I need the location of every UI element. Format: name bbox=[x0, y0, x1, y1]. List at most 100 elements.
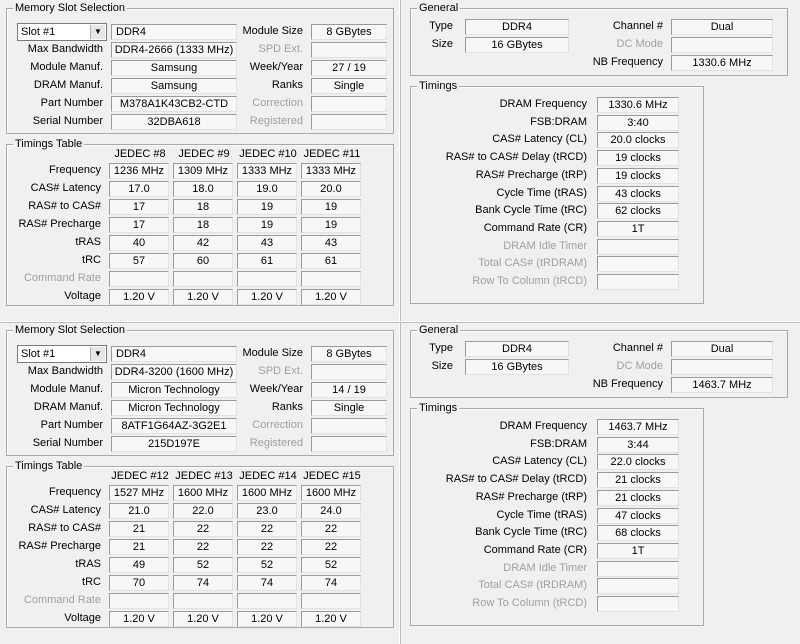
serial-number-label: Serial Number bbox=[32, 437, 103, 449]
week-year-label: Week/Year bbox=[249, 61, 303, 73]
timing-cell: 1333 MHz bbox=[237, 163, 297, 179]
module-size-field: 8 GBytes bbox=[311, 346, 387, 362]
module-manuf-field: Micron Technology bbox=[111, 382, 237, 398]
timing-cell: 1527 MHz bbox=[109, 485, 169, 501]
timing-cell bbox=[301, 271, 361, 287]
timing-value: 22.0 clocks bbox=[597, 454, 679, 471]
timing-cell: 1.20 V bbox=[173, 611, 233, 627]
timing-row-label: RAS# Precharge bbox=[18, 540, 101, 552]
timing-cell: 60 bbox=[173, 253, 233, 269]
timing-cell: 61 bbox=[237, 253, 297, 269]
memory-slot-selection-group: Memory Slot Selection Slot #1 ▼ DDR4 Max Ban… bbox=[6, 2, 394, 134]
timing-row-label: tRAS bbox=[75, 236, 101, 248]
general-group: General Type DDR4 Size 16 GBytes Channel # Dua… bbox=[410, 2, 788, 76]
timing-row-label: Command Rate bbox=[23, 594, 101, 606]
memory-type-field: DDR4 bbox=[111, 24, 237, 40]
timing-row-label: RAS# to CAS# bbox=[28, 200, 101, 212]
correction-label: Correction bbox=[252, 419, 303, 431]
timing-cell bbox=[173, 271, 233, 287]
module-manuf-label: Module Manuf. bbox=[30, 61, 103, 73]
timing-cell: 40 bbox=[109, 235, 169, 251]
timing-value: 20.0 clocks bbox=[597, 132, 679, 149]
timing-row-label: tRAS bbox=[75, 558, 101, 570]
registered-label: Registered bbox=[249, 437, 303, 449]
timing-label: RAS# Precharge (tRP) bbox=[475, 490, 587, 503]
memory-type-field: DDR4 bbox=[111, 346, 237, 362]
general-group: General Type DDR4 Size 16 GBytes Channel # Dua… bbox=[410, 324, 788, 398]
timing-row-label: tRC bbox=[82, 576, 101, 588]
timing-cell: 1.20 V bbox=[301, 611, 361, 627]
timing-cell: 21 bbox=[109, 521, 169, 537]
timing-value: 3:40 bbox=[597, 114, 679, 131]
timing-value: 43 clocks bbox=[597, 185, 679, 202]
timing-cell: 52 bbox=[237, 557, 297, 573]
timing-cell: 1.20 V bbox=[109, 611, 169, 627]
serial-number-field: 215D197E bbox=[111, 436, 237, 452]
timing-label: Command Rate (CR) bbox=[483, 543, 587, 556]
timing-cell: 1600 MHz bbox=[173, 485, 233, 501]
module-size-field: 8 GBytes bbox=[311, 24, 387, 40]
timing-label: Cycle Time (tRAS) bbox=[496, 186, 587, 199]
ranks-label: Ranks bbox=[271, 401, 303, 413]
timing-cell: 74 bbox=[301, 575, 361, 591]
timing-value: 62 clocks bbox=[597, 203, 679, 220]
timing-cell: 1.20 V bbox=[237, 289, 297, 305]
timing-cell: 70 bbox=[109, 575, 169, 591]
timing-label: FSB:DRAM bbox=[530, 115, 587, 128]
max-bandwidth-label: Max Bandwidth bbox=[27, 43, 103, 55]
timing-cell: 1600 MHz bbox=[301, 485, 361, 501]
timing-label: Total CAS# (tRDRAM) bbox=[478, 579, 587, 592]
slot-select[interactable]: Slot #1 ▼ bbox=[17, 23, 107, 41]
timing-label: DRAM Idle Timer bbox=[503, 239, 587, 252]
general-title: General bbox=[417, 2, 461, 15]
timing-cell: 22.0 bbox=[173, 503, 233, 519]
nb-frequency-label: NB Frequency bbox=[592, 378, 663, 390]
slot-select-value: Slot #1 bbox=[21, 348, 56, 360]
jedec-column-header: JEDEC #10 bbox=[239, 148, 297, 160]
dram-manuf-field: Samsung bbox=[111, 78, 237, 94]
slot-select-value: Slot #1 bbox=[21, 26, 56, 38]
timing-row-label: Frequency bbox=[49, 486, 101, 498]
timing-label: DRAM Frequency bbox=[499, 420, 587, 432]
timing-value: 68 clocks bbox=[597, 525, 679, 542]
timing-cell: 22 bbox=[173, 521, 233, 537]
timing-label: Row To Column (tRCD) bbox=[472, 275, 587, 287]
type-label: Type bbox=[429, 20, 453, 32]
timing-cell: 43 bbox=[301, 235, 361, 251]
timing-value: 19 clocks bbox=[597, 150, 679, 167]
timing-cell bbox=[173, 593, 233, 609]
size-label: Size bbox=[431, 38, 453, 50]
spd-ext-label: SPD Ext. bbox=[258, 43, 303, 55]
timing-cell: 18 bbox=[173, 199, 233, 215]
timing-value bbox=[597, 238, 679, 255]
timing-row-label: CAS# Latency bbox=[30, 182, 101, 194]
timings-table-title: Timings Table bbox=[13, 460, 85, 473]
timing-row-label: tRC bbox=[82, 254, 101, 266]
memory-slot-selection-title: Memory Slot Selection bbox=[13, 324, 128, 337]
dram-manuf-field: Micron Technology bbox=[111, 400, 237, 416]
chevron-down-icon[interactable]: ▼ bbox=[90, 347, 105, 361]
spd-ext-field bbox=[311, 364, 387, 380]
max-bandwidth-label: Max Bandwidth bbox=[27, 365, 103, 377]
spd-ext-label: SPD Ext. bbox=[258, 365, 303, 377]
module-manuf-label: Module Manuf. bbox=[30, 383, 103, 395]
timing-label: RAS# to CAS# Delay (tRCD) bbox=[445, 151, 587, 164]
timing-value bbox=[597, 596, 679, 612]
timing-label: Command Rate (CR) bbox=[483, 221, 587, 234]
slot-select[interactable]: Slot #1 ▼ bbox=[17, 345, 107, 363]
correction-field bbox=[311, 418, 387, 434]
timing-label: Row To Column (tRCD) bbox=[472, 597, 587, 609]
channel-field: Dual bbox=[671, 341, 773, 357]
timing-cell: 52 bbox=[301, 557, 361, 573]
timing-value: 1T bbox=[597, 542, 679, 559]
timing-value: 19 clocks bbox=[597, 167, 679, 184]
timings-group: Timings DRAM Frequency 1330.6 MHz FSB:DRAM 3… bbox=[410, 80, 704, 304]
memory-slot-selection-title: Memory Slot Selection bbox=[13, 2, 128, 15]
jedec-column-header: JEDEC #13 bbox=[175, 470, 233, 482]
timing-cell: 1600 MHz bbox=[237, 485, 297, 501]
timing-label: RAS# to CAS# Delay (tRCD) bbox=[445, 473, 587, 486]
nb-frequency-field: 1330.6 MHz bbox=[671, 55, 773, 71]
timing-value bbox=[597, 578, 679, 595]
chevron-down-icon[interactable]: ▼ bbox=[90, 25, 105, 39]
timing-cell: 1309 MHz bbox=[173, 163, 233, 179]
